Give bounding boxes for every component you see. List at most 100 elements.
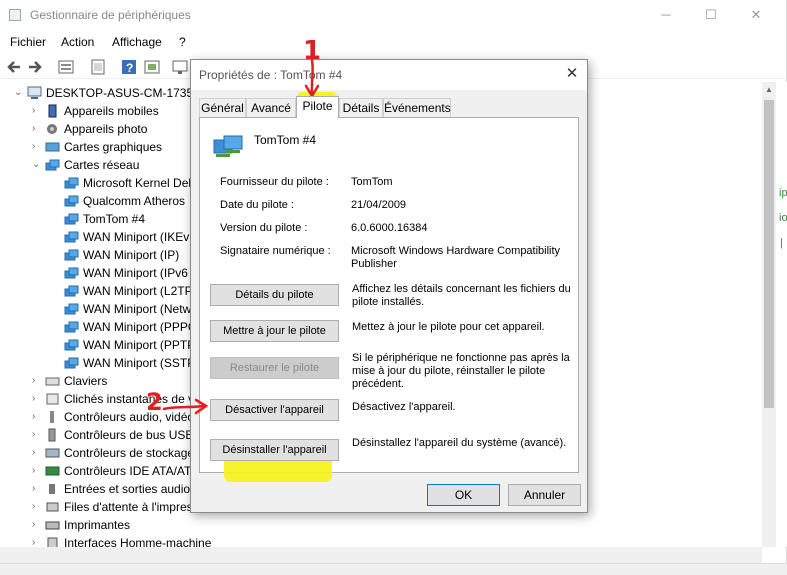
expand-chevron-icon[interactable]: › (32, 462, 42, 480)
tree-item-label: Claviers (64, 374, 108, 388)
expand-chevron-icon[interactable]: › (32, 390, 42, 408)
expand-chevron-icon[interactable]: › (32, 426, 42, 444)
collapse-chevron-icon[interactable]: ⌄ (32, 156, 42, 174)
ok-button[interactable]: OK (427, 484, 500, 506)
driver-details-button[interactable]: Détails du pilote (210, 284, 339, 306)
tree-item-label: Contrôleurs IDE ATA/ATA (64, 464, 199, 478)
status-bar (0, 563, 787, 575)
tab-pilote[interactable]: Pilote (296, 96, 339, 118)
window-title: Gestionnaire de périphériques (30, 8, 191, 22)
expand-chevron-icon[interactable]: › (32, 516, 42, 534)
annotation-step-2: 2 (146, 388, 163, 416)
tab-details[interactable]: Détails (339, 98, 383, 118)
network-adapter-icon (45, 158, 60, 172)
properties-icon[interactable] (58, 59, 74, 75)
snapshot-icon (45, 392, 60, 406)
menu-affichage[interactable]: Affichage (112, 35, 162, 49)
menu-fichier[interactable]: Fichier (10, 35, 46, 49)
expand-chevron-icon[interactable]: › (32, 480, 42, 498)
expand-chevron-icon[interactable]: › (32, 408, 42, 426)
driver-details-desc: Affichez les détails concernant les fich… (352, 283, 571, 308)
tree-item-label: WAN Miniport (PPTP (83, 338, 196, 352)
monitor-icon[interactable] (172, 59, 188, 75)
expand-chevron-icon[interactable]: › (32, 372, 42, 390)
tree-item-label: Microsoft Kernel Deb (83, 176, 196, 190)
tree-item-label: TomTom #4 (83, 212, 146, 226)
cancel-button[interactable]: Annuler (508, 484, 581, 506)
tree-item-label: WAN Miniport (IKEv (83, 230, 190, 244)
field-value-date: 21/04/2009 (351, 199, 407, 211)
update-driver-button[interactable]: Mettre à jour le pilote (210, 320, 339, 342)
scroll-thumb[interactable] (764, 100, 774, 408)
expand-chevron-icon[interactable]: › (32, 120, 42, 138)
forward-arrow-icon[interactable] (27, 59, 43, 75)
close-button[interactable]: ✕ (733, 4, 779, 26)
network-adapter-icon (64, 320, 79, 334)
tree-item-label: Qualcomm Atheros (83, 194, 186, 208)
right-fragment-1: ip (779, 187, 787, 199)
usb-icon (45, 428, 60, 442)
expand-chevron-icon[interactable]: › (32, 102, 42, 120)
tab-avance[interactable]: Avancé (246, 98, 296, 118)
ide-icon (45, 464, 60, 478)
maximize-button[interactable]: ☐ (688, 4, 734, 26)
field-value-provider: TomTom (351, 176, 393, 188)
vertical-scrollbar[interactable]: ▲ (762, 82, 776, 547)
network-adapter-icon (64, 356, 79, 370)
network-adapter-icon (64, 176, 79, 190)
tab-evenements[interactable]: Événements (383, 98, 451, 118)
expand-chevron-icon[interactable]: › (32, 444, 42, 462)
field-value-signer: Microsoft Windows Hardware Compatibility… (351, 245, 561, 270)
update-driver-desc: Mettez à jour le pilote pour cet apparei… (352, 321, 545, 333)
dialog-close-icon[interactable]: ✕ (563, 65, 581, 83)
svg-text:?: ? (126, 61, 133, 75)
network-adapter-icon (64, 194, 79, 208)
disable-device-desc: Désactivez l'appareil. (352, 401, 456, 413)
uninstall-device-desc: Désinstallez l'appareil du système (avan… (352, 437, 567, 449)
expand-chevron-icon[interactable]: › (32, 498, 42, 516)
view-icon[interactable] (90, 59, 106, 75)
collapse-chevron-icon[interactable]: ⌄ (14, 84, 24, 102)
field-value-version: 6.0.6000.16384 (351, 222, 428, 234)
expand-chevron-icon[interactable]: › (32, 138, 42, 156)
menu-bar: Fichier Action Affichage ? (0, 31, 787, 53)
tree-item-label: Files d'attente à l'impres (64, 500, 193, 514)
rollback-driver-button[interactable]: Restaurer le pilote (210, 357, 339, 379)
menu-help[interactable]: ? (179, 35, 186, 49)
right-fragment-2: io (779, 212, 787, 224)
print-queue-icon (45, 500, 60, 514)
network-adapter-icon (212, 132, 246, 160)
disable-device-button[interactable]: Désactiver l'appareil (210, 399, 339, 421)
minimize-button[interactable]: ─ (643, 4, 689, 26)
tree-item-label: Imprimantes (64, 518, 131, 532)
network-adapter-icon (64, 284, 79, 298)
horizontal-scrollbar[interactable] (0, 547, 762, 563)
tree-item-label: Cartes graphiques (64, 140, 163, 154)
expand-chevron-icon[interactable]: › (32, 534, 42, 547)
field-label-date: Date du pilote : (220, 199, 294, 211)
right-pane-edge: ip io | (776, 82, 787, 547)
tree-item-label: Appareils mobiles (64, 104, 159, 118)
scan-icon[interactable] (144, 59, 160, 75)
back-arrow-icon[interactable] (6, 59, 22, 75)
menu-action[interactable]: Action (61, 35, 94, 49)
network-adapter-icon (64, 230, 79, 244)
scroll-up-icon[interactable]: ▲ (765, 85, 773, 94)
uninstall-device-button[interactable]: Désinstaller l'appareil (210, 439, 339, 461)
title-bar: Gestionnaire de périphériques ─ ☐ ✕ (0, 0, 787, 30)
device-manager-icon (9, 9, 21, 21)
network-adapter-icon (64, 248, 79, 262)
tree-item-label: Contrôleurs de bus USB (64, 428, 194, 442)
driver-panel: TomTom #4 Fournisseur du pilote : TomTom… (199, 117, 579, 482)
properties-dialog: Propriétés de : TomTom #4 ✕ Général Avan… (190, 59, 588, 513)
printer-icon (45, 518, 60, 532)
tab-general[interactable]: Général (199, 98, 246, 118)
tree-item-label: Interfaces Homme-machine (64, 536, 212, 547)
help-icon[interactable]: ? (121, 59, 137, 75)
mobile-icon (45, 104, 60, 118)
network-adapter-icon (64, 212, 79, 226)
tree-item-label: WAN Miniport (SSTP (83, 356, 196, 370)
hid-icon (45, 536, 60, 547)
field-label-provider: Fournisseur du pilote : (220, 176, 329, 188)
tree-item-label: WAN Miniport (PPPO (83, 320, 198, 334)
